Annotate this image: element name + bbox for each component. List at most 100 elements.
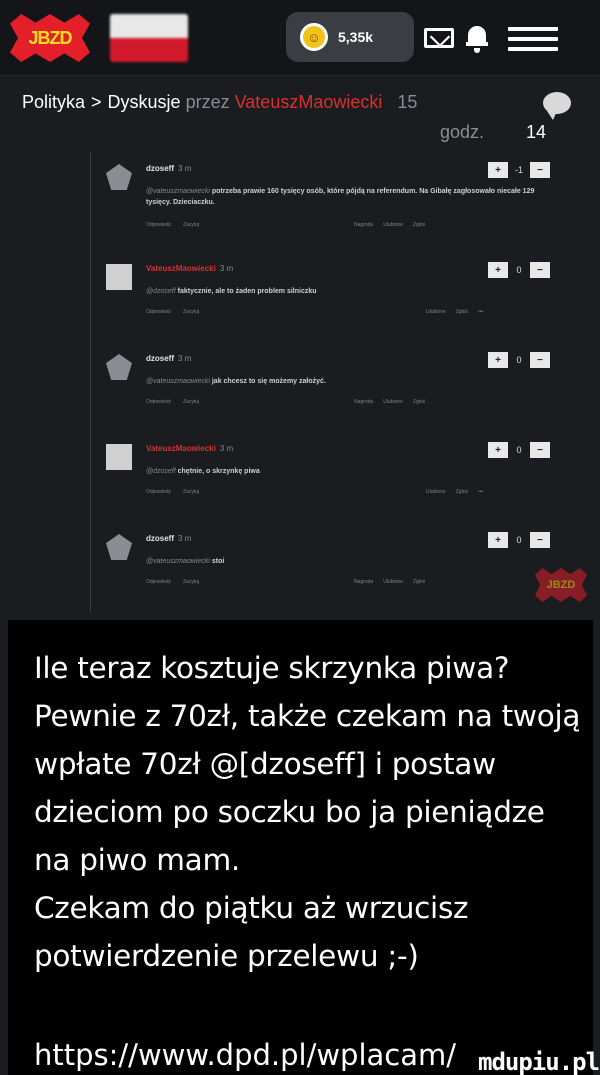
caption-line: potwierdzenie przelewu ;-) — [34, 939, 419, 973]
site-watermark: mdupiu.pl — [478, 1048, 600, 1075]
upvote-button[interactable]: + — [488, 262, 508, 278]
breadcrumb: Polityka > Dyskusje przez VateuszMaowiecki… — [22, 92, 417, 113]
caption-text: Ile teraz kosztuje skrzynka piwa? Pewnie… — [34, 644, 586, 980]
caption-url: https://www.dpd.pl/wplacam/ — [34, 1038, 457, 1072]
mention-link[interactable]: @vateuszmaowiecki — [146, 558, 210, 565]
upvote-button[interactable]: + — [488, 442, 508, 458]
comment-author[interactable]: dzoseff 3 m — [146, 164, 191, 173]
reward-button[interactable]: Nagroda — [354, 399, 373, 405]
avatar[interactable] — [106, 164, 132, 190]
caption-line: na piwo mam. — [34, 843, 240, 877]
quote-button[interactable]: Zacytuj — [183, 489, 199, 495]
menu-icon[interactable] — [508, 27, 558, 51]
upvote-button[interactable]: + — [488, 352, 508, 368]
quote-button[interactable]: Zacytuj — [183, 579, 199, 585]
more-button[interactable]: ••• — [478, 489, 483, 495]
downvote-button[interactable]: − — [530, 532, 550, 548]
downvote-button[interactable]: − — [530, 262, 550, 278]
vote-box: +0− — [488, 352, 550, 368]
top-bar: JBZD ☺ 5,35k — [0, 0, 600, 76]
comment-actions-right: Nagroda Ulubione Zgłoś — [344, 222, 425, 228]
breadcrumb-section[interactable]: Polityka — [22, 92, 85, 112]
favorite-button[interactable]: Ulubione — [383, 579, 403, 585]
favorite-button[interactable]: Ulubione — [426, 309, 446, 315]
mention-link[interactable]: @dzoseff — [146, 468, 176, 475]
avatar[interactable] — [106, 264, 132, 290]
vote-box: + -1− — [488, 162, 550, 178]
breadcrumb-subsection[interactable]: Dyskusje — [108, 92, 181, 112]
report-button[interactable]: Zgłoś — [413, 579, 425, 585]
comment-text: @vateuszmaowiecki jak chcesz to się może… — [146, 376, 546, 387]
avatar[interactable] — [106, 444, 132, 470]
comment-body: jak chcesz to się możemy założyć. — [211, 378, 326, 385]
comment-bubble-icon[interactable] — [543, 92, 571, 120]
reply-button[interactable]: Odpowiedz — [146, 579, 171, 585]
report-button[interactable]: Zgłoś — [413, 399, 425, 405]
quote-button[interactable]: Zacytuj — [183, 399, 199, 405]
mail-icon[interactable] — [424, 28, 454, 48]
comment-actions: Odpowiedz Zacytuj — [146, 399, 211, 405]
comment-author[interactable]: dzoseff 3 m — [146, 354, 191, 363]
comment-time: 3 m — [219, 264, 234, 273]
reply-button[interactable]: Odpowiedz — [146, 309, 171, 315]
score: 0 — [516, 265, 522, 275]
bell-icon[interactable] — [466, 22, 488, 54]
reply-button[interactable]: Odpowiedz — [146, 399, 171, 405]
comment-actions-right: Nagroda Ulubione Zgłoś — [344, 579, 425, 585]
comment-author[interactable]: VateuszMaowiecki 3 m — [146, 444, 233, 453]
author-link[interactable]: VateuszMaowiecki — [235, 92, 383, 112]
comment-actions: Odpowiedz Zacytuj — [146, 222, 211, 228]
comment-actions: Odpowiedz Zacytuj — [146, 309, 211, 315]
comment-text: @vateuszmaowiecki potrzeba prawie 160 ty… — [146, 186, 546, 208]
quote-button[interactable]: Zacytuj — [183, 309, 199, 315]
comment-author[interactable]: VateuszMaowiecki 3 m — [146, 264, 233, 273]
comment-username[interactable]: VateuszMaowiecki — [146, 444, 216, 453]
comment-username[interactable]: dzoseff — [146, 354, 174, 363]
comment-time: 3 m — [178, 164, 192, 173]
comment-actions: Odpowiedz Zacytuj — [146, 579, 211, 585]
post-age-value: 15 — [397, 92, 418, 112]
report-button[interactable]: Zgłoś — [456, 489, 468, 495]
report-button[interactable]: Zgłoś — [456, 309, 468, 315]
comment-username[interactable]: dzoseff — [146, 534, 174, 543]
post-age-row: godz. 14 — [440, 122, 546, 143]
comment-actions-right: Nagroda Ulubione Zgłoś — [344, 399, 425, 405]
favorite-button[interactable]: Ulubione — [426, 489, 446, 495]
avatar[interactable] — [106, 534, 132, 560]
score: 0 — [516, 535, 522, 545]
mention-link[interactable]: @dzoseff — [146, 288, 176, 295]
vote-box: +0− — [488, 262, 550, 278]
vote-box: +0− — [488, 532, 550, 548]
caption-line: wpłate 70zł @[dzoseff] i postaw — [34, 747, 496, 781]
comment-username[interactable]: VateuszMaowiecki — [146, 264, 216, 273]
more-button[interactable]: ••• — [478, 309, 483, 315]
coins-button[interactable]: ☺ 5,35k — [286, 12, 414, 62]
vote-box: +0− — [488, 442, 550, 458]
comment-username[interactable]: dzoseff — [146, 164, 174, 173]
reply-button[interactable]: Odpowiedz — [146, 222, 171, 228]
comment-body: faktycznie, ale to żaden problem silnicz… — [177, 288, 317, 295]
comment-body: stoi — [211, 558, 225, 565]
coin-count: 5,35k — [338, 29, 374, 45]
report-button[interactable]: Zgłoś — [413, 222, 425, 228]
avatar[interactable] — [106, 354, 132, 380]
upvote-button[interactable]: + — [488, 532, 508, 548]
comment-text: @dzoseff faktycznie, ale to żaden proble… — [146, 286, 546, 297]
mention-link[interactable]: @vateuszmaowiecki — [146, 188, 210, 195]
quote-button[interactable]: Zacytuj — [183, 222, 199, 228]
upvote-button[interactable]: + — [488, 162, 508, 178]
favorite-button[interactable]: Ulubione — [383, 222, 403, 228]
mention-link[interactable]: @vateuszmaowiecki — [146, 378, 210, 385]
reward-button[interactable]: Nagroda — [354, 579, 373, 585]
downvote-button[interactable]: − — [530, 352, 550, 368]
downvote-button[interactable]: − — [530, 162, 550, 178]
reward-button[interactable]: Nagroda — [354, 222, 373, 228]
favorite-button[interactable]: Ulubione — [383, 399, 403, 405]
comment-actions-right: Ulubione Zgłoś ••• — [416, 309, 483, 315]
comment-time: 3 m — [178, 354, 192, 363]
jbzd-logo-icon[interactable]: JBZD — [10, 14, 90, 62]
comment-text: @vateuszmaowiecki stoi — [146, 556, 546, 567]
downvote-button[interactable]: − — [530, 442, 550, 458]
reply-button[interactable]: Odpowiedz — [146, 489, 171, 495]
comment-author[interactable]: dzoseff 3 m — [146, 534, 191, 543]
